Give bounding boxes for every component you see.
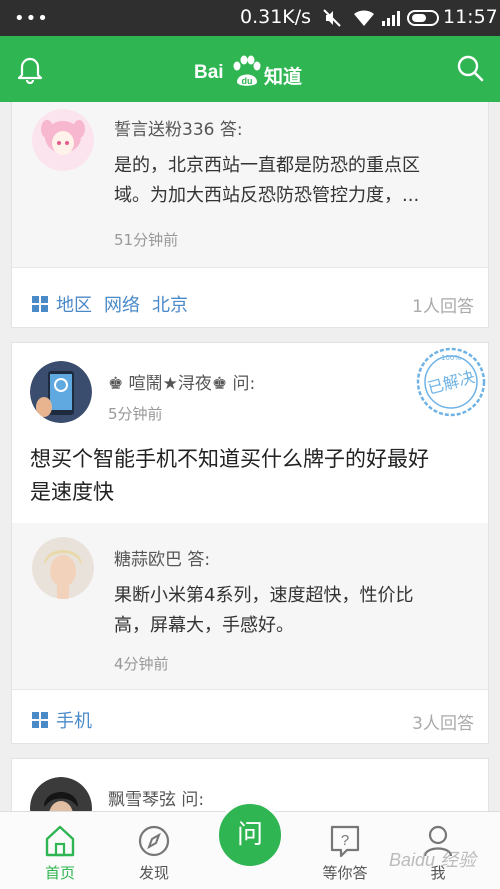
mute-icon — [323, 9, 341, 27]
nav-label: 发现 — [138, 864, 169, 882]
nav-label: 首页 — [44, 864, 75, 882]
answer-text-line: 是的，北京西站一直都是防恐的重点区 — [114, 155, 420, 176]
answer-block[interactable]: 糖蒜欧巴 答: 果断小米第4系列，速度超快，性价比 高，屏幕大，手感好。 4分钟… — [12, 523, 488, 689]
answer-count: 1人回答 — [412, 297, 474, 317]
stamp-text: 已解决 — [425, 367, 476, 398]
baidu-jingyan-watermark: Baidu 经验 — [388, 850, 476, 870]
ask-question-button[interactable]: 问 — [216, 801, 284, 869]
bell-icon[interactable] — [16, 54, 44, 84]
tag-row: 地区 网络 北京 — [32, 291, 200, 317]
answerer-name[interactable]: 誓言送粉336 答: — [114, 115, 243, 140]
baidu-zhidao-logo: Bai du 知道 — [192, 50, 310, 90]
logo-bai-text: Bai — [194, 62, 224, 83]
answer-time: 51分钟前 — [114, 231, 179, 249]
answer-time: 4分钟前 — [114, 655, 169, 673]
answer-text-line: 高，屏幕大，手感好。 — [114, 615, 294, 636]
wifi-icon — [354, 10, 374, 26]
asker-name[interactable]: 飘雪琴弦 问: — [108, 785, 204, 810]
nav-label: 等你答 — [322, 864, 368, 882]
question-doc-icon: ? — [330, 825, 360, 858]
asked-time: 5分钟前 — [108, 405, 163, 423]
tag-link[interactable]: 手机 — [56, 711, 92, 732]
asker-avatar[interactable] — [30, 777, 92, 811]
asker-avatar[interactable] — [30, 361, 92, 423]
home-icon — [45, 825, 75, 857]
question-text-line[interactable]: 想买个智能手机不知道买什么牌子的好最好 — [30, 443, 482, 476]
answerer-avatar[interactable] — [32, 109, 94, 171]
answerer-avatar[interactable] — [32, 537, 94, 599]
answer-text-line: 果断小米第4系列，速度超快，性价比 — [114, 585, 414, 606]
feed[interactable]: 誓言送粉336 答: 是的，北京西站一直都是防恐的重点区 域。为加大西站反恐防恐… — [0, 102, 500, 811]
tag-link[interactable]: 网络 — [104, 295, 140, 316]
divider — [12, 689, 488, 690]
notification-dots: ••• — [14, 8, 49, 29]
asker-name[interactable]: ♚ 喧鬧★浔夜♚ 问: — [108, 369, 255, 394]
svg-text:?: ? — [341, 832, 349, 849]
tag-link[interactable]: 地区 — [56, 295, 92, 316]
status-bar: ••• 0.31K/s 11:57 — [0, 0, 500, 36]
compass-icon — [138, 825, 170, 857]
solved-stamp-icon: 100% 已解决 — [416, 347, 486, 417]
nav-item-home[interactable]: 首页 — [20, 812, 100, 889]
battery-icon — [407, 10, 439, 26]
search-icon[interactable] — [456, 54, 484, 82]
bottom-nav: 首页 发现 问 ? 等你答 我 Baidu 经验 — [0, 801, 500, 889]
feed-card[interactable]: ♚ 喧鬧★浔夜♚ 问: 5分钟前 100% 已解决 想买个智能手机不知道买什么牌… — [11, 342, 489, 744]
category-grid-icon — [32, 296, 48, 312]
answerer-name[interactable]: 糖蒜欧巴 答: — [114, 545, 210, 570]
clock: 11:57 — [443, 6, 498, 28]
answer-count: 3人回答 — [412, 714, 474, 734]
paw-logo-icon: du — [233, 55, 261, 86]
answer-block[interactable]: 誓言送粉336 答: 是的，北京西站一直都是防恐的重点区 域。为加大西站反恐防恐… — [12, 102, 488, 267]
logo-du-text: du — [242, 76, 253, 86]
feed-card[interactable]: 誓言送粉336 答: 是的，北京西站一直都是防恐的重点区 域。为加大西站反恐防恐… — [11, 102, 489, 328]
signal-icon — [382, 11, 400, 26]
nav-item-discover[interactable]: 发现 — [114, 812, 194, 889]
category-grid-icon — [32, 712, 48, 728]
network-speed: 0.31K/s — [240, 6, 312, 28]
tag-row: 手机 — [32, 707, 104, 733]
stamp-percent: 100% — [441, 354, 461, 362]
answer-text-line: 域。为加大西站反恐防恐管控力度，... — [114, 185, 420, 206]
nav-item-waiting[interactable]: ? 等你答 — [305, 812, 385, 889]
logo-zhidao-text: 知道 — [264, 66, 303, 88]
question-text-line[interactable]: 是速度快 — [30, 476, 482, 509]
divider — [12, 267, 488, 268]
app-header: Bai du 知道 — [0, 36, 500, 102]
tag-link[interactable]: 北京 — [152, 295, 188, 316]
